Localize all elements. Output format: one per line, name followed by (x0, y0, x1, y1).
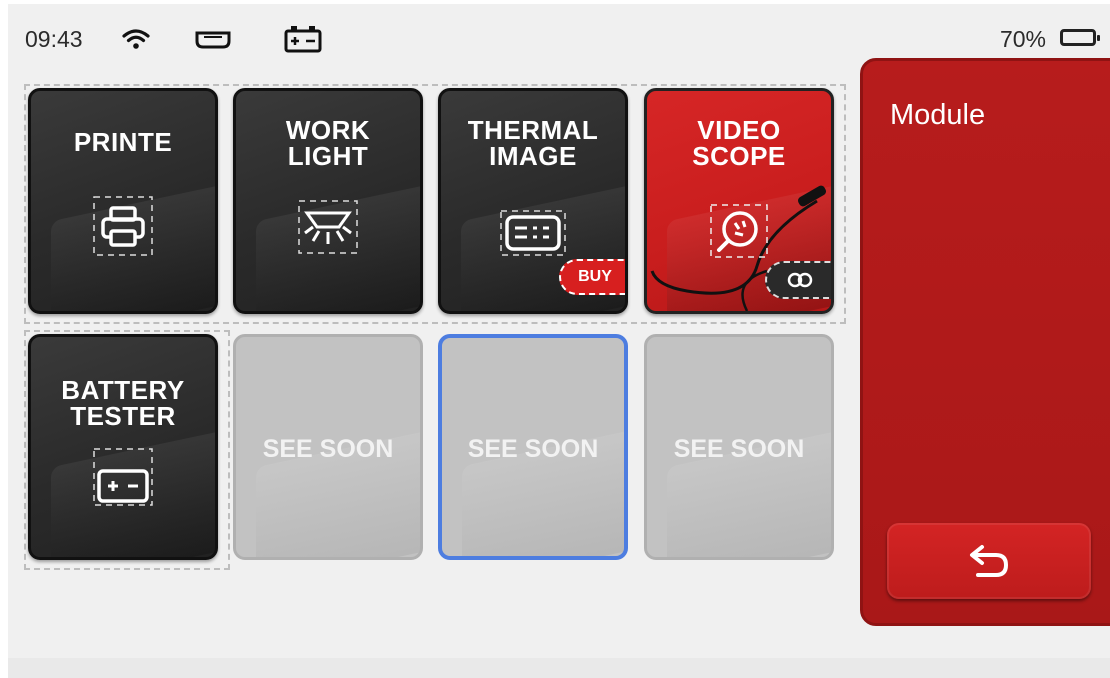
module-tile-thermal-image[interactable]: THERMAL IMAGE BUY (438, 88, 628, 314)
see-soon-label: SEE SOON (262, 435, 394, 463)
module-panel: Module (860, 58, 1110, 626)
tile-title: PRINTE (73, 127, 173, 157)
tile-title: WORK LIGHT (285, 115, 371, 171)
status-bar: 09:43 70% (8, 4, 1110, 66)
link-icon (787, 272, 813, 288)
back-button[interactable] (887, 523, 1091, 599)
module-tile-video-scope[interactable]: VIDEO SCOPE (644, 88, 834, 314)
battery-tester-icon (92, 447, 154, 512)
bottom-bar (8, 658, 1110, 678)
module-tile-printer[interactable]: PRINTE (28, 88, 218, 314)
work-light-icon (297, 199, 359, 260)
tile-title: THERMAL IMAGE (467, 115, 599, 171)
screen: 09:43 70% PRINTE WORK LIGHT THERMAL IMAG… (8, 4, 1110, 678)
tile-title: VIDEO SCOPE (692, 115, 786, 171)
module-tile-coming-soon-2[interactable]: SEE SOON (438, 334, 628, 560)
see-soon-label: SEE SOON (673, 435, 805, 463)
battery-percent: 70% (999, 26, 1046, 52)
printer-icon (92, 195, 154, 262)
module-tile-coming-soon-1[interactable]: SEE SOON (233, 334, 423, 560)
see-soon-label: SEE SOON (467, 435, 599, 463)
thermal-image-icon (499, 209, 567, 262)
battery-icon (1060, 29, 1100, 46)
buy-badge[interactable]: BUY (559, 259, 625, 295)
video-scope-icon (709, 203, 769, 264)
clock: 09:43 (25, 26, 83, 52)
module-tile-coming-soon-3[interactable]: SEE SOON (644, 334, 834, 560)
back-arrow-icon (970, 545, 1009, 577)
battery-status-icon (284, 25, 322, 58)
module-tile-battery-tester[interactable]: BATTERY TESTER (28, 334, 218, 560)
link-badge[interactable] (765, 261, 831, 299)
vci-connector-icon (194, 30, 232, 55)
tile-title: BATTERY TESTER (61, 375, 185, 431)
module-tile-work-light[interactable]: WORK LIGHT (233, 88, 423, 314)
panel-title: Module (890, 99, 986, 131)
wifi-icon (122, 28, 150, 55)
